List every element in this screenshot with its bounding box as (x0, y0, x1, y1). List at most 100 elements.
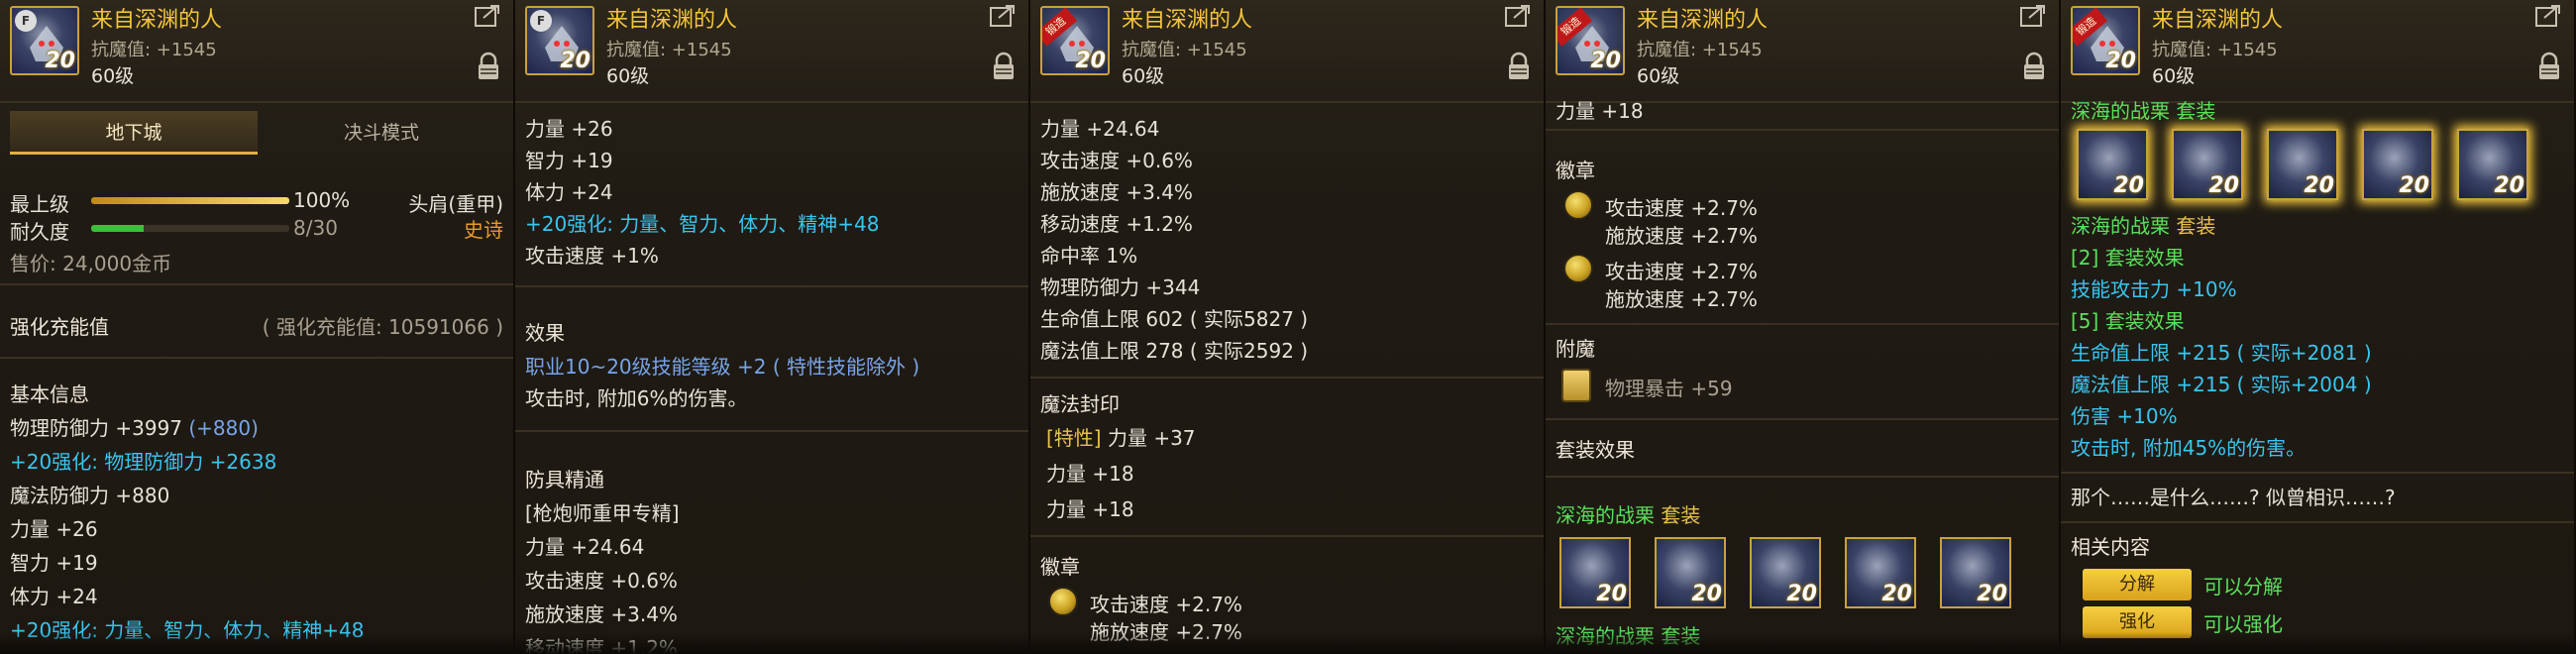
stat-reinforce-all: +20强化: 力量、智力、体力、精神+48 (525, 212, 880, 236)
effect-damage: 攻击时, 附加6%的伤害。 (525, 386, 748, 410)
mastery-mp: 魔法值上限 278 ( 实际2592 ) (1040, 339, 1309, 363)
item-header: F 20 来自深渊的人 抗魔值: +1545 60级 (515, 0, 1028, 103)
emblem-1-cast: 施放速度 +2.7% (1605, 224, 1758, 248)
lock-icon[interactable] (476, 52, 501, 81)
tooltip-panel-5: 锻造 20 来自深渊的人 抗魔值: +1545 60级 深海的战栗 套装 20 … (2061, 0, 2576, 654)
set-bonus-5-dmg: 伤害 +10% (2071, 404, 2178, 428)
item-icon: 锻造 20 (1040, 6, 1110, 75)
orb-icon (1048, 587, 1078, 616)
lock-icon[interactable] (1506, 52, 1532, 81)
share-icon[interactable] (989, 4, 1017, 28)
mode-tabs: 地下城 决斗模式 (0, 103, 513, 159)
item-icon: F 20 (525, 6, 594, 75)
set-piece-icon[interactable]: 20 (2172, 129, 2243, 200)
share-icon[interactable] (2019, 4, 2047, 28)
item-level: 60级 (1122, 65, 1165, 87)
decompose-button[interactable]: 分解 (2083, 569, 2192, 600)
share-icon[interactable] (474, 4, 501, 28)
reinforce-button[interactable]: 强化 (2083, 606, 2192, 638)
enchant-title: 附魔 (1556, 337, 1595, 361)
item-icon: 锻造 20 (2071, 6, 2140, 75)
item-stat: 抗魔值: +1545 (1637, 40, 1763, 60)
item-name: 来自深渊的人 (91, 8, 223, 33)
item-icon-level: 20 (560, 49, 590, 73)
stat-int: 智力 +19 (525, 149, 613, 172)
seal-line-2: 力量 +18 (1046, 462, 1134, 486)
seal-line-1: [特性] 力量 +37 (1046, 426, 1196, 450)
set-name: 深海的战栗 套装 (2071, 214, 2216, 238)
stat-reinforce-phys: +20强化: 物理防御力 +2638 (10, 450, 277, 474)
decompose-text: 可以分解 (2203, 575, 2283, 599)
set-piece-icon[interactable]: 20 (2267, 129, 2338, 200)
reinforce-value: ( 强化充能值: 10591066 ) (262, 315, 503, 339)
panel-2-content: 力量 +26 智力 +19 体力 +24 +20强化: 力量、智力、体力、精神+… (515, 103, 1028, 654)
stat-reinforce-all: +20强化: 力量、智力、体力、精神+48 (10, 618, 365, 642)
grade-label: 最上级 (10, 192, 69, 216)
item-stat: 抗魔值: +1545 (91, 40, 217, 60)
mastery-class: [枪炮师重甲专精] (525, 501, 680, 525)
item-level: 60级 (606, 65, 650, 87)
item-stat: 抗魔值: +1545 (606, 40, 732, 60)
grade-bar (91, 197, 289, 204)
mastery-cast: 施放速度 +3.4% (525, 602, 678, 626)
lock-icon[interactable] (2021, 52, 2047, 81)
durability-label: 耐久度 (10, 220, 69, 244)
share-icon[interactable] (2534, 4, 2562, 28)
tab-pvp[interactable]: 决斗模式 (258, 111, 505, 155)
item-name: 来自深渊的人 (1637, 8, 1769, 33)
emblem-cast: 施放速度 +2.7% (1090, 620, 1242, 644)
set-piece-icon[interactable]: 20 (2362, 129, 2433, 200)
effect-title: 效果 (525, 321, 565, 345)
tooltip-panel-1: F 20 来自深渊的人 抗魔值: +1545 60级 地下城 决斗模式 最上级 … (0, 0, 515, 654)
emblem-atk: 攻击速度 +2.7% (1090, 593, 1242, 616)
item-stat: 抗魔值: +1545 (1122, 40, 1247, 60)
mastery-pdef: 物理防御力 +344 (1040, 275, 1201, 299)
reinforce-label: 强化充能值 (10, 315, 109, 339)
tooltip-panel-3: 锻造 20 来自深渊的人 抗魔值: +1545 60级 力量 +24.64 攻击… (1030, 0, 1546, 654)
set-piece-icon[interactable]: 20 (1559, 537, 1631, 608)
emblem-title: 徽章 (1040, 555, 1080, 579)
item-header: F 20 来自深渊的人 抗魔值: +1545 60级 (0, 0, 513, 103)
stat-int: 智力 +19 (10, 551, 98, 575)
item-icon-level: 20 (1075, 49, 1106, 73)
item-header: 锻造 20 来自深渊的人 抗魔值: +1545 60级 (2061, 0, 2574, 103)
stat-vit: 体力 +24 (10, 585, 98, 608)
emblem-title: 徽章 (1556, 159, 1595, 182)
tab-dungeon[interactable]: 地下城 (10, 111, 258, 155)
mastery-cast: 施放速度 +3.4% (1040, 180, 1193, 204)
durability-value: 8/30 (293, 216, 338, 240)
set-piece-icon[interactable]: 20 (1750, 537, 1821, 608)
panel-1-content: 地下城 决斗模式 最上级 100% 头肩(重甲) 耐久度 8/30 史诗 售价:… (0, 103, 513, 654)
set-piece-icon[interactable]: 20 (1940, 537, 2011, 608)
item-icon-level: 20 (2105, 49, 2136, 73)
item-header: 锻造 20 来自深渊的人 抗魔值: +1545 60级 (1546, 0, 2059, 103)
panel-4-content: 力量 +18 徽章 攻击速度 +2.7% 施放速度 +2.7% 攻击速度 +2.… (1546, 99, 2059, 654)
item-stat: 抗魔值: +1545 (2152, 40, 2278, 60)
set-piece-icon[interactable]: 20 (1655, 537, 1726, 608)
seal-line-3: 力量 +18 (1046, 497, 1134, 521)
mastery-str: 力量 +24.64 (1040, 117, 1160, 141)
stat-mag-def: 魔法防御力 +880 (10, 484, 170, 507)
basic-info-title: 基本信息 (10, 382, 89, 406)
set-name: 深海的战栗 套装 (1556, 503, 1701, 527)
item-icon: F 20 (10, 6, 79, 75)
mastery-atk: 攻击速度 +0.6% (1040, 149, 1193, 172)
mastery-move: 移动速度 +1.2% (525, 636, 678, 654)
set-piece-icon[interactable]: 20 (2077, 129, 2148, 200)
mastery-hit: 命中率 1% (1040, 244, 1138, 268)
flavor-text: 那个……是什么……? 似曾相识……? (2071, 486, 2396, 509)
share-icon[interactable] (1504, 4, 1532, 28)
mastery-str: 力量 +24.64 (525, 535, 645, 559)
tooltip-panel-4: 锻造 20 来自深渊的人 抗魔值: +1545 60级 力量 +18 徽章 攻击… (1546, 0, 2061, 654)
tooltip-panel-2: F 20 来自深渊的人 抗魔值: +1545 60级 力量 +26 智力 +19… (515, 0, 1030, 654)
set-piece-icon[interactable]: 20 (2457, 129, 2528, 200)
stat-str: 力量 +26 (10, 517, 98, 541)
related-title: 相关内容 (2071, 535, 2150, 559)
enchant-value: 物理暴击 +59 (1605, 377, 1733, 400)
orb-icon (1563, 254, 1593, 283)
set-piece-icon[interactable]: 20 (1845, 537, 1916, 608)
lock-icon[interactable] (991, 52, 1017, 81)
emblem-2-cast: 施放速度 +2.7% (1605, 287, 1758, 311)
stat-str: 力量 +26 (525, 117, 613, 141)
lock-icon[interactable] (2536, 52, 2562, 81)
